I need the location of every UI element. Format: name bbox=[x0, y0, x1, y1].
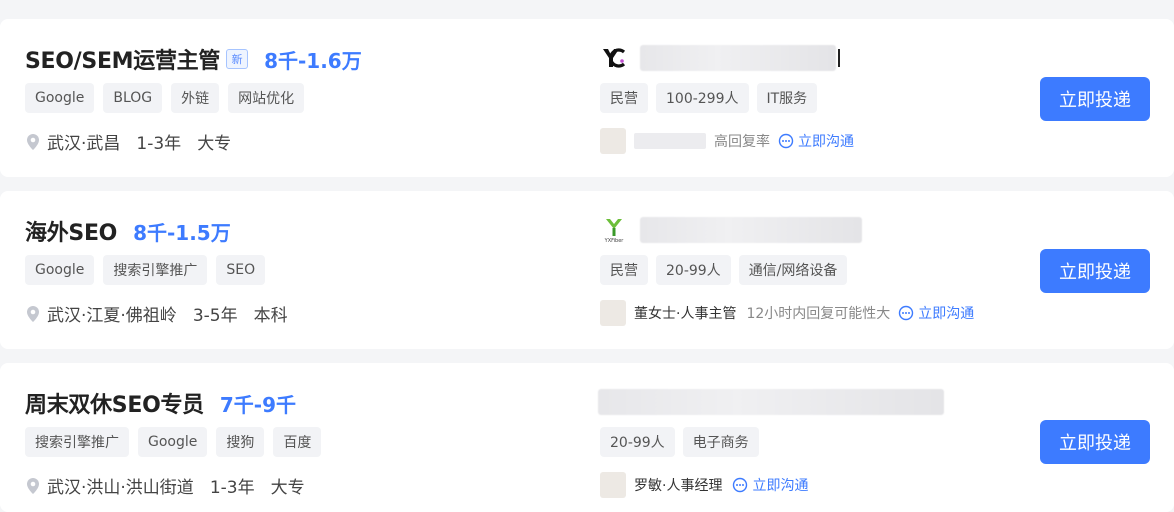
chat-bubble-icon bbox=[899, 305, 914, 321]
apply-button[interactable]: 立即投递 bbox=[1040, 249, 1150, 293]
job-card[interactable]: SEO/SEM运营主管 新 8千-1.6万 Google BLOG 外链 网站优… bbox=[0, 19, 1174, 177]
apply-button[interactable]: 立即投递 bbox=[1040, 420, 1150, 464]
location-pin-icon bbox=[27, 133, 39, 150]
avatar bbox=[600, 300, 626, 326]
company-tag: 通信/网络设备 bbox=[738, 255, 848, 285]
salary: 8千-1.5万 bbox=[133, 220, 231, 245]
company-row: YXFiber bbox=[600, 215, 862, 245]
company-tag: 20-99人 bbox=[656, 255, 731, 285]
job-tag: 外链 bbox=[171, 83, 220, 113]
job-title-row: 周末双休SEO专员 7千-9千 bbox=[25, 387, 296, 419]
chat-label: 立即沟通 bbox=[918, 306, 975, 322]
company-tags: 民营 20-99人 通信/网络设备 bbox=[600, 255, 848, 285]
recruiter-name: 罗敏·人事经理 bbox=[634, 478, 723, 494]
recruiter-name: 董女士·人事主管 bbox=[634, 306, 737, 322]
recruiter-row: 董女士·人事主管 12小时内回复可能性大 立即沟通 bbox=[600, 300, 974, 326]
company-logo[interactable]: YXFiber bbox=[600, 216, 628, 244]
job-experience: 3-5年 bbox=[192, 306, 238, 326]
job-card[interactable]: 周末双休SEO专员 7千-9千 搜索引擎推广 Google 搜狗 百度 武汉·洪… bbox=[0, 363, 1174, 512]
recruiter-row: 罗敏·人事经理 立即沟通 bbox=[600, 472, 808, 498]
job-education: 大专 bbox=[270, 478, 305, 498]
company-row bbox=[600, 43, 840, 73]
company-logo-icon: YXFiber bbox=[604, 219, 625, 244]
job-tag: Google bbox=[25, 83, 95, 113]
job-tag: SEO bbox=[216, 255, 266, 285]
company-tag: 电子商务 bbox=[682, 427, 759, 457]
location-pin-icon bbox=[27, 477, 39, 494]
salary: 7千-9千 bbox=[219, 392, 297, 417]
chat-bubble-icon bbox=[778, 133, 794, 149]
job-title-row: SEO/SEM运营主管 新 8千-1.6万 bbox=[25, 43, 362, 75]
job-location: 武汉·武昌 bbox=[47, 134, 121, 154]
company-tag: 20-99人 bbox=[600, 427, 675, 457]
chat-label: 立即沟通 bbox=[752, 478, 809, 494]
recruiter-name-blurred bbox=[634, 133, 706, 149]
company-logo[interactable] bbox=[600, 44, 628, 72]
company-row bbox=[598, 387, 944, 417]
job-location: 武汉·洪山·洪山街道 bbox=[47, 478, 194, 498]
job-meta: 武汉·江夏·佛祖岭 3-5年 本科 bbox=[25, 301, 288, 326]
job-tag: 搜狗 bbox=[216, 427, 265, 457]
job-tags: 搜索引擎推广 Google 搜狗 百度 bbox=[25, 427, 322, 457]
job-education: 本科 bbox=[253, 306, 288, 326]
avatar bbox=[600, 472, 626, 498]
new-badge: 新 bbox=[226, 49, 249, 69]
job-tag: 网站优化 bbox=[228, 83, 305, 113]
chat-label: 立即沟通 bbox=[798, 134, 854, 150]
job-tag: 搜索引擎推广 bbox=[25, 427, 129, 457]
job-meta: 武汉·洪山·洪山街道 1-3年 大专 bbox=[25, 473, 305, 498]
company-tag: 民营 bbox=[600, 83, 648, 113]
company-name-blurred[interactable] bbox=[640, 217, 862, 243]
job-experience: 1-3年 bbox=[136, 134, 182, 154]
chat-link[interactable]: 立即沟通 bbox=[778, 131, 854, 151]
job-title[interactable]: SEO/SEM运营主管 bbox=[25, 43, 220, 75]
avatar bbox=[600, 128, 626, 154]
company-logo-icon bbox=[603, 48, 626, 68]
apply-button[interactable]: 立即投递 bbox=[1040, 77, 1150, 121]
company-tag: IT服务 bbox=[756, 83, 818, 113]
job-tags: Google 搜索引擎推广 SEO bbox=[25, 255, 266, 285]
job-tag: Google bbox=[138, 427, 208, 457]
text-caret bbox=[838, 49, 840, 67]
recruiter-row: 高回复率 立即沟通 bbox=[600, 128, 854, 154]
job-title[interactable]: 海外SEO bbox=[25, 215, 117, 247]
company-name-blurred[interactable] bbox=[640, 45, 836, 71]
job-title-row: 海外SEO 8千-1.5万 bbox=[25, 215, 231, 247]
company-tags: 20-99人 电子商务 bbox=[600, 427, 759, 457]
job-location: 武汉·江夏·佛祖岭 bbox=[47, 306, 177, 326]
job-card[interactable]: 海外SEO 8千-1.5万 Google 搜索引擎推广 SEO 武汉·江夏·佛祖… bbox=[0, 191, 1174, 349]
reply-rate: 高回复率 bbox=[714, 134, 770, 150]
company-tag: 100-299人 bbox=[656, 83, 749, 113]
job-tag: 搜索引擎推广 bbox=[103, 255, 208, 285]
company-tag: 民营 bbox=[600, 255, 648, 285]
job-experience: 1-3年 bbox=[209, 478, 255, 498]
company-name-blurred[interactable] bbox=[598, 389, 944, 415]
chat-link[interactable]: 立即沟通 bbox=[898, 303, 974, 323]
chat-bubble-icon bbox=[733, 477, 748, 493]
job-tag: BLOG bbox=[103, 83, 163, 113]
job-title[interactable]: 周末双休SEO专员 bbox=[25, 387, 204, 419]
company-tags: 民营 100-299人 IT服务 bbox=[600, 83, 818, 113]
job-meta: 武汉·武昌 1-3年 大专 bbox=[25, 129, 231, 154]
job-education: 大专 bbox=[197, 134, 232, 154]
job-tag: Google bbox=[25, 255, 95, 285]
company-logo-text: YXFiber bbox=[604, 238, 625, 244]
job-tags: Google BLOG 外链 网站优化 bbox=[25, 83, 305, 113]
chat-link[interactable]: 立即沟通 bbox=[732, 475, 808, 495]
salary: 8千-1.6万 bbox=[264, 48, 362, 73]
job-tag: 百度 bbox=[273, 427, 322, 457]
location-pin-icon bbox=[27, 305, 39, 322]
reply-rate: 12小时内回复可能性大 bbox=[746, 306, 891, 322]
